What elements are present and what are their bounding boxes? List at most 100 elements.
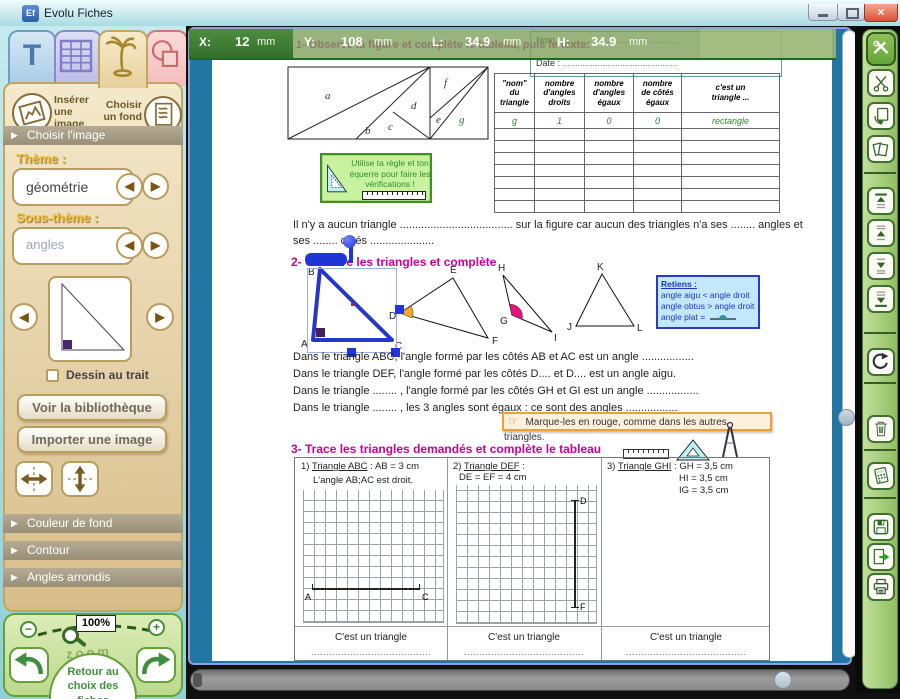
zoom-out-button[interactable]: − bbox=[20, 621, 37, 638]
palm-tree-icon bbox=[100, 32, 142, 82]
fill-in-sentence: ses ........ côtés ..................... bbox=[293, 235, 434, 247]
rotate-button[interactable] bbox=[867, 348, 895, 376]
choose-image-header[interactable]: ▶ Choisir l'image bbox=[3, 126, 183, 145]
panel1-grid[interactable] bbox=[303, 490, 444, 623]
table-header-row: "nom" du triangle nombre d'angles droits… bbox=[495, 74, 780, 113]
tab-text[interactable]: T bbox=[8, 30, 56, 86]
triangle-def[interactable] bbox=[400, 278, 488, 338]
theme-next-button[interactable]: ▶ bbox=[142, 173, 169, 200]
close-button[interactable]: × bbox=[864, 4, 898, 22]
horizontal-scrollbar[interactable] bbox=[190, 669, 850, 691]
print-button[interactable] bbox=[867, 573, 895, 601]
delete-button[interactable] bbox=[867, 415, 895, 443]
column-header: "nom" du triangle bbox=[495, 74, 535, 113]
figure-rectangle-triangles[interactable]: a b c d e f g bbox=[285, 61, 493, 145]
sentence-abc: Dans le triangle ABC, l'angle formé par … bbox=[293, 351, 694, 363]
preview-next-button[interactable]: ▶ bbox=[146, 303, 174, 331]
maximize-button[interactable] bbox=[837, 4, 865, 21]
move-down-icon bbox=[871, 256, 891, 276]
copy-button[interactable] bbox=[867, 102, 895, 130]
footer-label: C'est un triangle bbox=[601, 632, 771, 643]
zoom-in-button[interactable]: + bbox=[148, 619, 165, 636]
column-header: nombre de côtés égaux bbox=[634, 74, 682, 113]
zoom-slider-knob[interactable] bbox=[62, 627, 79, 644]
vertex-label: L bbox=[637, 323, 643, 334]
rotate-icon bbox=[871, 352, 891, 372]
duplicate-button[interactable] bbox=[867, 135, 895, 163]
toolbar-separator bbox=[864, 497, 896, 499]
tab-image[interactable] bbox=[98, 30, 148, 88]
panel1-title: 1) Triangle ABC : AB = 3 cm bbox=[301, 461, 419, 472]
triangle-ghi[interactable] bbox=[503, 275, 552, 332]
drawing-table[interactable]: 1) Triangle ABC : AB = 3 cm L'angle AB;A… bbox=[294, 457, 770, 661]
expand-arrow-icon: ▶ bbox=[11, 126, 18, 145]
move-up-button[interactable] bbox=[867, 219, 895, 247]
segment-tick bbox=[571, 607, 579, 608]
flip-vertical-button[interactable] bbox=[61, 461, 99, 497]
empty-row bbox=[495, 201, 780, 213]
preview-prev-button[interactable]: ◀ bbox=[10, 303, 38, 331]
triangle-jkl[interactable] bbox=[576, 274, 634, 326]
subtheme-prev-button[interactable]: ◀ bbox=[116, 232, 143, 259]
flip-horizontal-button[interactable] bbox=[15, 461, 53, 497]
send-to-back-button[interactable] bbox=[867, 285, 895, 313]
insert-image-label: Insérer une image bbox=[54, 94, 89, 130]
theme-value: géométrie bbox=[14, 170, 132, 195]
vertex-label: G bbox=[500, 316, 508, 327]
theme-prev-button[interactable]: ◀ bbox=[116, 173, 143, 200]
x-value: 12 bbox=[235, 34, 249, 49]
image-preview[interactable] bbox=[48, 276, 132, 362]
line-drawing-checkbox[interactable] bbox=[46, 369, 59, 382]
section-outline[interactable]: ▶ Contour bbox=[3, 541, 183, 560]
footer-label: C'est un triangle bbox=[447, 632, 601, 643]
calculator-icon bbox=[871, 466, 891, 486]
tools-button[interactable] bbox=[866, 32, 896, 66]
undo-button[interactable] bbox=[9, 647, 49, 683]
line-drawing-label: Dessin au trait bbox=[66, 368, 149, 382]
h-label: H: bbox=[557, 35, 570, 49]
selection-handle-right[interactable] bbox=[395, 305, 404, 314]
right-toolbar bbox=[862, 29, 898, 689]
tab-shapes[interactable] bbox=[146, 30, 188, 86]
minimize-button[interactable] bbox=[808, 4, 838, 21]
horizontal-scrollbar-knob[interactable] bbox=[774, 671, 792, 689]
panel3-line3: IG = 3,5 cm bbox=[679, 485, 728, 496]
import-image-button[interactable]: Importer une image bbox=[17, 426, 167, 453]
vertex-label: F bbox=[492, 336, 498, 347]
shapes-tool-icon bbox=[148, 32, 182, 80]
view-library-button[interactable]: Voir la bibliothèque bbox=[17, 394, 167, 421]
selection-pin-handle[interactable] bbox=[343, 235, 356, 248]
theme-label: Thème : bbox=[16, 151, 66, 166]
vertical-scrollbar-knob[interactable] bbox=[838, 409, 855, 426]
vertex-label: E bbox=[450, 265, 457, 276]
retiens-line: angle plat = bbox=[661, 312, 705, 322]
segment-ac bbox=[312, 588, 420, 590]
retiens-box[interactable]: Retiens : angle aigu < angle droit angle… bbox=[656, 275, 760, 329]
bring-to-front-button[interactable] bbox=[867, 187, 895, 215]
worksheet-page[interactable]: 1- Observe la figure et complète le tabl… bbox=[212, 29, 832, 661]
move-down-button[interactable] bbox=[867, 252, 895, 280]
selection-drag-blob[interactable] bbox=[305, 253, 347, 266]
point-label-a: A bbox=[305, 592, 311, 602]
redo-button[interactable] bbox=[136, 647, 176, 683]
region-label: c bbox=[388, 121, 393, 133]
subtheme-next-button[interactable]: ▶ bbox=[142, 232, 169, 259]
calculator-button[interactable] bbox=[867, 462, 895, 490]
triangle-properties-table[interactable]: "nom" du triangle nombre d'angles droits… bbox=[494, 73, 780, 213]
region-label: e bbox=[436, 114, 441, 126]
section-rounded-corners[interactable]: ▶ Angles arrondis bbox=[3, 568, 183, 587]
tab-table[interactable] bbox=[54, 30, 102, 86]
export-button[interactable] bbox=[867, 543, 895, 571]
region-label: g bbox=[459, 114, 465, 126]
section-background-color[interactable]: ▶ Couleur de fond bbox=[3, 514, 183, 533]
footer-dots: ........................................ bbox=[295, 647, 447, 657]
save-button[interactable] bbox=[867, 513, 895, 541]
cut-button[interactable] bbox=[867, 69, 895, 97]
table-tool-icon bbox=[56, 32, 96, 80]
redo-arrow-icon bbox=[138, 649, 174, 681]
tip-box[interactable]: Utilise ta règle et ton équerre pour fai… bbox=[320, 153, 432, 203]
coordinate-bar-light-segment bbox=[700, 29, 836, 58]
table-row: g 1 0 0 rectangle bbox=[495, 113, 780, 129]
selection-bounding-box[interactable] bbox=[307, 268, 397, 353]
region-label: a bbox=[325, 90, 331, 102]
